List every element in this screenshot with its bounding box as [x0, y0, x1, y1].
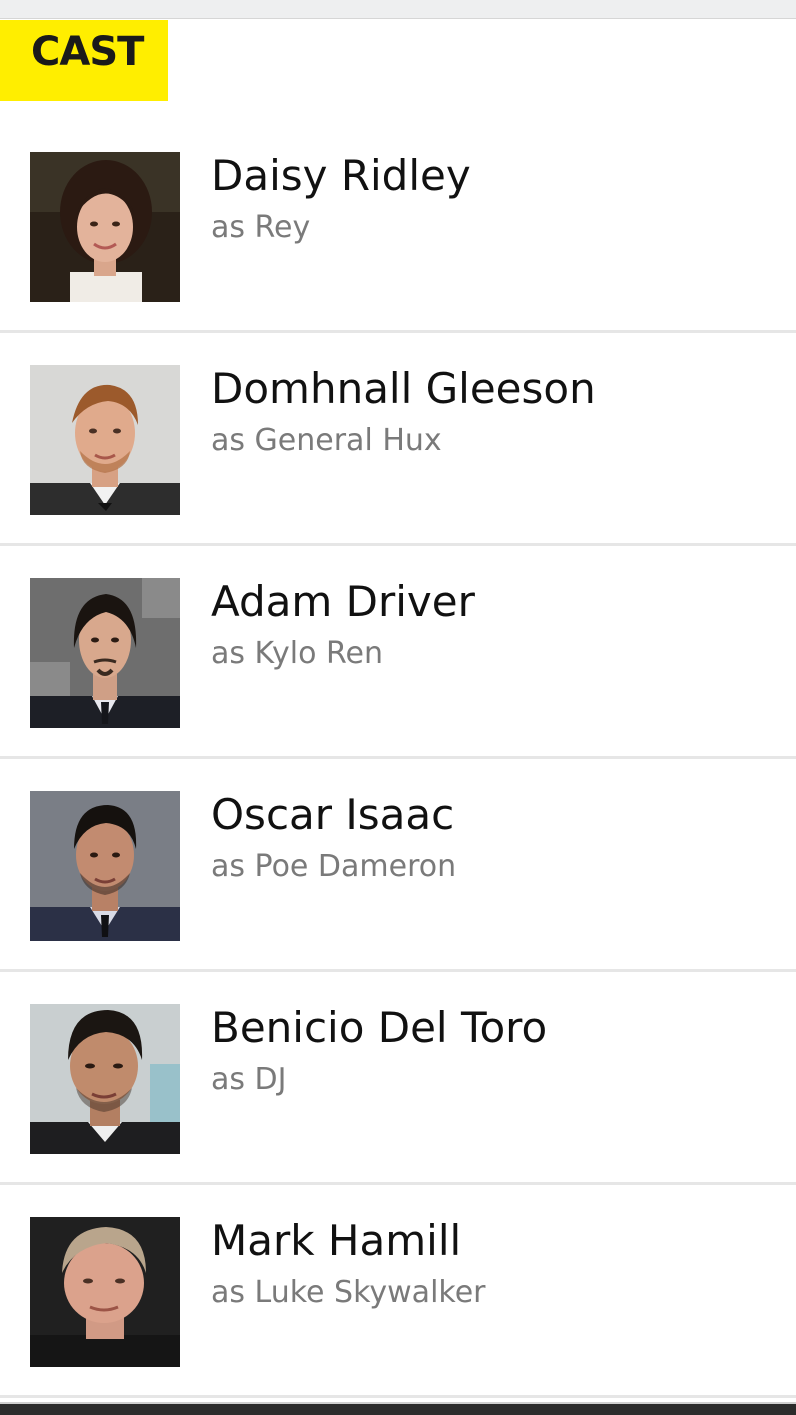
actor-photo-image — [30, 1004, 180, 1154]
cast-list-item[interactable]: Adam Driver as Kylo Ren — [0, 546, 796, 759]
character-role: as DJ — [211, 1062, 287, 1097]
cast-list-item[interactable]: Benicio Del Toro as DJ — [0, 972, 796, 1185]
actor-photo-image — [30, 791, 180, 941]
actor-name: Mark Hamill — [211, 1216, 462, 1265]
character-role: as Kylo Ren — [211, 636, 383, 671]
actor-name: Domhnall Gleeson — [211, 364, 596, 413]
actor-photo-image — [30, 365, 180, 515]
cast-list-item[interactable]: Oscar Isaac as Poe Dameron — [0, 759, 796, 972]
character-role: as Rey — [211, 210, 311, 245]
actor-photo[interactable] — [30, 152, 180, 302]
actor-photo[interactable] — [30, 791, 180, 941]
actor-name: Benicio Del Toro — [211, 1003, 548, 1052]
actor-photo-image — [30, 1217, 180, 1367]
character-role: as Poe Dameron — [211, 849, 457, 884]
cast-screen: CAST Daisy Ridley as Rey Domhnall Gleeso… — [0, 0, 796, 1415]
actor-photo[interactable] — [30, 365, 180, 515]
actor-name: Adam Driver — [211, 577, 475, 626]
character-role: as Luke Skywalker — [211, 1275, 486, 1310]
cast-section-header: CAST — [0, 20, 168, 101]
actor-name: Daisy Ridley — [211, 151, 471, 200]
actor-photo-image — [30, 152, 180, 302]
character-role: as General Hux — [211, 423, 442, 458]
actor-name: Oscar Isaac — [211, 790, 455, 839]
top-strip — [0, 0, 796, 19]
actor-photo[interactable] — [30, 1004, 180, 1154]
actor-photo[interactable] — [30, 578, 180, 728]
cast-list-item[interactable]: Mark Hamill as Luke Skywalker — [0, 1185, 796, 1398]
actor-photo-image — [30, 578, 180, 728]
cast-list-item[interactable]: Domhnall Gleeson as General Hux — [0, 333, 796, 546]
cast-list: Daisy Ridley as Rey Domhnall Gleeson as … — [0, 120, 796, 1398]
cast-list-item[interactable]: Daisy Ridley as Rey — [0, 120, 796, 333]
bottom-bar — [0, 1402, 796, 1415]
actor-photo[interactable] — [30, 1217, 180, 1367]
section-title: CAST — [31, 29, 144, 75]
